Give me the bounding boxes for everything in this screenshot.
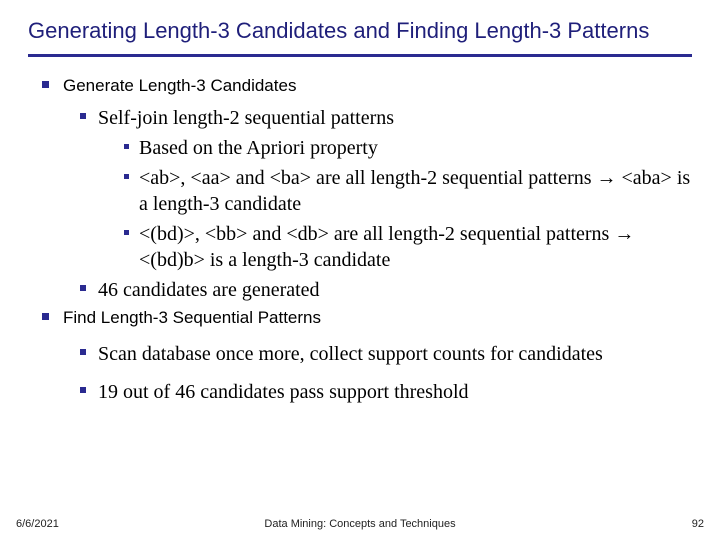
sub-list-item-text: Based on the Apriori property xyxy=(139,135,378,161)
bullet-icon xyxy=(124,174,129,179)
list-item-text: Self-join length-2 sequential patterns xyxy=(98,105,394,131)
bullet-icon xyxy=(80,387,86,393)
list-item-text: 46 candidates are generated xyxy=(98,277,320,303)
bullet-icon xyxy=(42,313,49,320)
title-rule xyxy=(28,54,692,57)
sub-list-item-text: <ab>, <aa> and <ba> are all length-2 seq… xyxy=(139,165,692,217)
slide-title: Generating Length-3 Candidates and Findi… xyxy=(28,18,692,44)
footer-page: 92 xyxy=(692,518,704,530)
list-item: 19 out of 46 candidates pass support thr… xyxy=(80,379,692,405)
section-heading-text: Find Length-3 Sequential Patterns xyxy=(63,307,321,329)
bullet-icon xyxy=(80,113,86,119)
list-item: Scan database once more, collect support… xyxy=(80,341,692,367)
section-heading: Find Length-3 Sequential Patterns xyxy=(42,307,692,329)
slide: Generating Length-3 Candidates and Findi… xyxy=(0,0,720,405)
bullet-icon xyxy=(80,349,86,355)
bullet-icon xyxy=(80,285,86,291)
bullet-icon xyxy=(124,144,129,149)
bullet-icon xyxy=(42,81,49,88)
bullet-icon xyxy=(124,230,129,235)
footer-source: Data Mining: Concepts and Techniques xyxy=(264,518,455,530)
footer-date: 6/6/2021 xyxy=(16,518,59,530)
sub-list-item: <(bd)>, <bb> and <db> are all length-2 s… xyxy=(124,221,692,273)
sub-list-item-text: <(bd)>, <bb> and <db> are all length-2 s… xyxy=(139,221,692,273)
sub-list-item: <ab>, <aa> and <ba> are all length-2 seq… xyxy=(124,165,692,217)
list-item-text: Scan database once more, collect support… xyxy=(98,341,603,367)
section-heading: Generate Length-3 Candidates xyxy=(42,75,692,97)
section-heading-text: Generate Length-3 Candidates xyxy=(63,75,296,97)
sub-list-item: Based on the Apriori property xyxy=(124,135,692,161)
list-item: Self-join length-2 sequential patterns xyxy=(80,105,692,131)
slide-footer: 6/6/2021 Data Mining: Concepts and Techn… xyxy=(0,518,720,530)
list-item-text: 19 out of 46 candidates pass support thr… xyxy=(98,379,469,405)
list-item: 46 candidates are generated xyxy=(80,277,692,303)
